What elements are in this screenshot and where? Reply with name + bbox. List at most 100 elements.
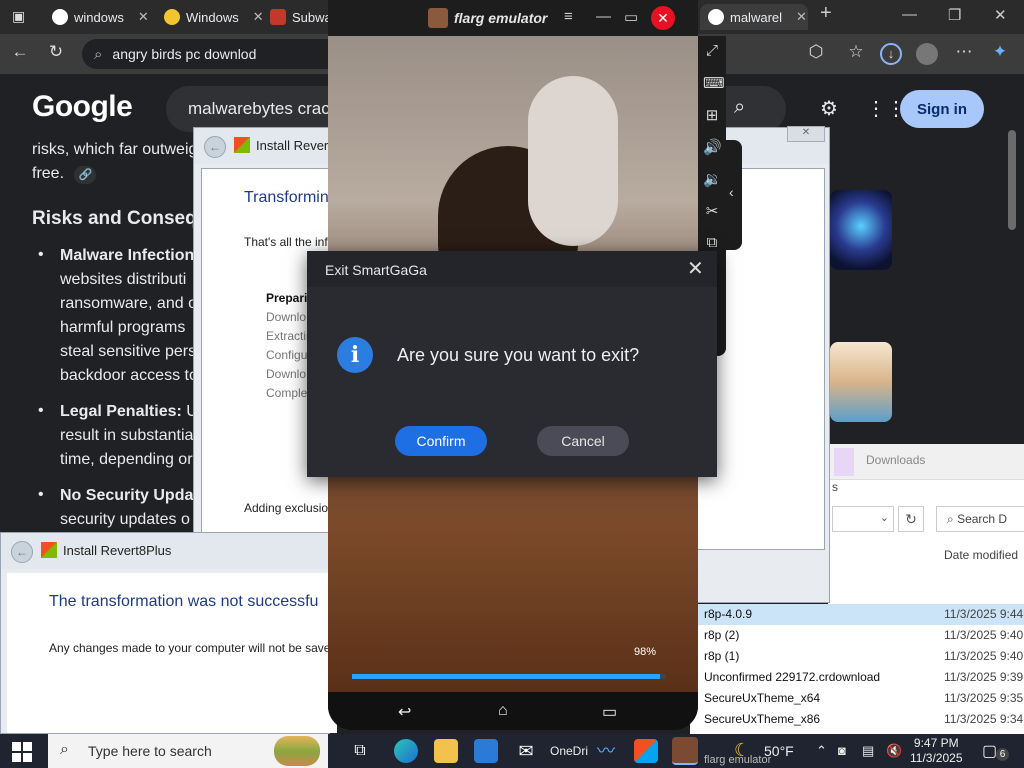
cancel-button[interactable]: Cancel bbox=[537, 426, 629, 456]
camera-icon[interactable]: ◙ bbox=[838, 743, 846, 758]
mail-icon[interactable]: ✉ bbox=[514, 739, 538, 763]
close-icon[interactable]: ✕ bbox=[687, 259, 704, 279]
close-icon[interactable]: ✕ bbox=[787, 126, 825, 142]
menu-icon[interactable]: ≡ bbox=[564, 8, 573, 25]
maximize-icon[interactable]: ▭ bbox=[624, 8, 638, 26]
file-date: 11/3/2025 9:35 bbox=[944, 691, 1024, 705]
new-tab-button[interactable]: + bbox=[820, 2, 832, 25]
windows-app-icon[interactable] bbox=[634, 739, 658, 763]
tab-windows-2[interactable]: Windows ✕ bbox=[156, 4, 272, 30]
file-row[interactable]: SecureUxTheme_x86 11/3/2025 9:34 bbox=[690, 709, 1024, 730]
multi-instance-icon[interactable]: ⧉ bbox=[703, 234, 721, 251]
emulator-logo-icon bbox=[428, 8, 448, 28]
close-tab-icon[interactable]: ✕ bbox=[796, 9, 807, 25]
install-status-text: Adding exclusio bbox=[244, 501, 329, 515]
android-home-icon[interactable]: ⌂ bbox=[498, 702, 508, 720]
chevron-up-icon[interactable]: ⌃ bbox=[816, 743, 827, 759]
tab-actions-icon[interactable]: ▣ bbox=[12, 8, 25, 25]
file-row[interactable]: Unconfirmed 229172.crdownload 11/3/2025 … bbox=[690, 667, 1024, 688]
screenshot-scissors-icon[interactable]: ✂ bbox=[703, 202, 721, 220]
sign-in-button[interactable]: Sign in bbox=[900, 90, 984, 128]
emulator-title-bar[interactable]: flarg emulator ≡ — ▭ ✕ bbox=[328, 0, 698, 36]
explorer-search-input[interactable]: ⌕ Search D bbox=[936, 506, 1024, 532]
result-text: free. 🔗 bbox=[32, 162, 97, 186]
favorites-icon[interactable]: ☆ bbox=[844, 42, 868, 62]
minimize-icon[interactable]: — bbox=[596, 8, 611, 25]
apk-install-icon[interactable]: ⊞ bbox=[703, 106, 721, 124]
confirm-button[interactable]: Confirm bbox=[395, 426, 487, 456]
install-window-title: Install Revert bbox=[256, 138, 332, 153]
downloads-icon[interactable]: ↓ bbox=[880, 43, 902, 65]
moon-weather-icon: ☾ bbox=[734, 740, 751, 760]
install-title-bar[interactable]: ← Install Revert8Plus bbox=[1, 533, 329, 569]
keyboard-icon[interactable]: ⌨ bbox=[703, 74, 725, 92]
file-row[interactable]: r8p (2) 11/3/2025 9:40 bbox=[690, 625, 1024, 646]
fullscreen-icon[interactable]: ⤢ bbox=[703, 42, 721, 59]
flarg-emulator-taskbar-icon[interactable] bbox=[672, 737, 698, 765]
android-back-icon[interactable]: ↩ bbox=[398, 702, 411, 722]
windows-taskbar: ⌕ Type here to search ⧉ ✉ OneDri 〰 flarg… bbox=[0, 734, 1024, 768]
volume-muted-icon[interactable]: 🔇 bbox=[886, 743, 902, 759]
dialog-message: Are you sure you want to exit? bbox=[397, 345, 640, 365]
subway-favicon-icon bbox=[270, 9, 286, 25]
sandwich-search-highlight-icon bbox=[274, 736, 320, 766]
system-clock[interactable]: 9:47 PM 11/3/2025 bbox=[910, 736, 963, 766]
back-arrow-icon[interactable]: ← bbox=[204, 136, 226, 158]
explorer-title: Downloads bbox=[866, 453, 926, 467]
minimize-icon[interactable]: — bbox=[902, 6, 917, 23]
screen-ghost-figure bbox=[528, 76, 618, 246]
store-icon[interactable] bbox=[474, 739, 498, 763]
temperature-label[interactable]: 50°F bbox=[764, 743, 794, 759]
explorer-tab[interactable]: Downloads bbox=[828, 444, 1024, 480]
back-icon[interactable]: ← bbox=[8, 42, 32, 62]
settings-gear-icon[interactable]: ⚙ bbox=[820, 96, 838, 121]
loading-percent: 98% bbox=[634, 646, 657, 658]
woman-laptop-thumbnail-image[interactable] bbox=[830, 342, 892, 422]
skull-thumbnail-image[interactable] bbox=[830, 190, 892, 270]
google-logo[interactable]: Google bbox=[32, 90, 133, 124]
result-text: backdoor access to bbox=[60, 367, 198, 384]
maximize-icon[interactable]: ❐ bbox=[948, 6, 961, 24]
extensions-icon[interactable]: ⬡ bbox=[804, 42, 828, 62]
file-row[interactable]: SecureUxTheme_x64 11/3/2025 9:35 bbox=[690, 688, 1024, 709]
task-view-icon[interactable]: ⧉ bbox=[348, 739, 372, 763]
volume-up-icon[interactable]: 🔊 bbox=[703, 138, 722, 156]
search-icon[interactable]: ⌕ bbox=[734, 96, 745, 119]
install-revert8plus-window: ← Install Revert8Plus The transformation… bbox=[0, 532, 337, 734]
file-explorer-icon[interactable] bbox=[434, 739, 458, 763]
result-text: security updates o bbox=[60, 511, 190, 528]
toolbar-collapse-tab[interactable]: ‹ bbox=[726, 140, 742, 250]
start-windows-icon[interactable] bbox=[12, 742, 32, 762]
profile-avatar[interactable] bbox=[916, 43, 938, 65]
volume-down-icon[interactable]: 🔉 bbox=[703, 170, 722, 188]
file-row[interactable]: r8p (1) 11/3/2025 9:40 bbox=[690, 646, 1024, 667]
refresh-icon[interactable]: ↻ bbox=[898, 506, 924, 532]
file-row[interactable]: r8p-4.0.9 11/3/2025 9:44 bbox=[690, 604, 1024, 625]
copilot-icon[interactable]: ✦ bbox=[988, 42, 1012, 62]
bullet-title: Legal Penalties: bbox=[60, 403, 182, 420]
close-tab-icon[interactable]: ✕ bbox=[138, 9, 149, 25]
edge-icon[interactable] bbox=[394, 739, 418, 763]
close-window-icon[interactable]: ✕ bbox=[994, 6, 1007, 24]
activity-icon[interactable]: 〰 bbox=[594, 739, 618, 763]
section-heading: Risks and Conseq bbox=[32, 208, 197, 229]
android-recents-icon[interactable]: ▭ bbox=[602, 702, 617, 722]
tab-malwarebytes[interactable]: malwarel ✕ bbox=[700, 4, 808, 30]
network-icon[interactable]: ▤ bbox=[862, 743, 874, 759]
file-name: r8p-4.0.9 bbox=[704, 607, 753, 621]
address-dropdown[interactable]: ⌄ bbox=[832, 506, 894, 532]
page-scrollbar[interactable] bbox=[1008, 130, 1016, 230]
date-modified-column-header[interactable]: Date modified bbox=[944, 548, 1018, 562]
file-date: 11/3/2025 9:39 bbox=[944, 670, 1024, 684]
progress-fill bbox=[352, 674, 660, 679]
tab-windows-1[interactable]: windows ✕ bbox=[44, 4, 157, 30]
more-menu-icon[interactable]: ⋯ bbox=[952, 42, 976, 62]
onedrive-label[interactable]: OneDri bbox=[550, 744, 588, 758]
back-arrow-icon[interactable]: ← bbox=[11, 541, 33, 563]
taskbar-search-input[interactable]: ⌕ Type here to search bbox=[48, 734, 328, 768]
refresh-icon[interactable]: ↻ bbox=[44, 42, 68, 62]
close-icon[interactable]: ✕ bbox=[651, 6, 675, 30]
link-icon[interactable]: 🔗 bbox=[74, 166, 97, 184]
notifications-icon[interactable]: ▢ bbox=[982, 741, 997, 761]
tab-label: Windows bbox=[186, 9, 239, 25]
